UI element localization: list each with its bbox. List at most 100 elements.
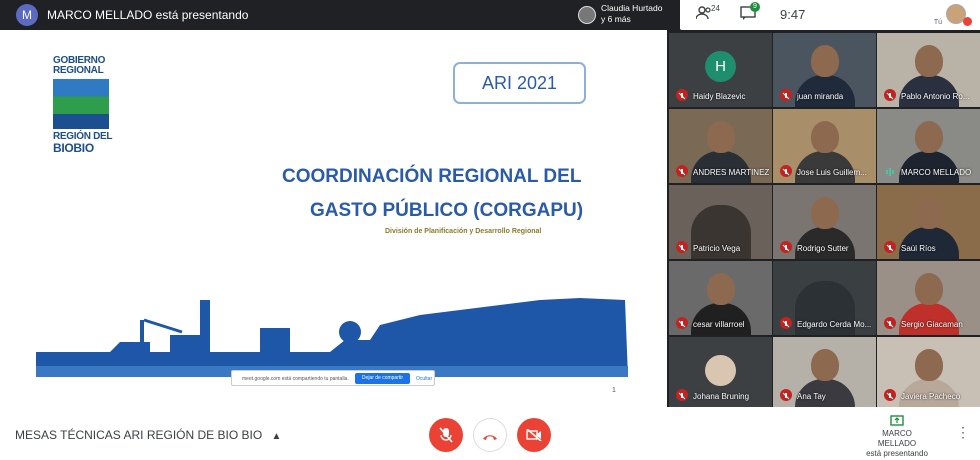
hang-up-icon [483,435,497,440]
logo-emblem [53,79,109,129]
mic-off-icon [780,241,792,253]
more-options-icon[interactable]: ⋮ [956,424,970,441]
participant-video-body [899,75,959,107]
presenter-name: MARCO MELLADO [877,429,917,448]
presentation-slide: GOBIERNO REGIONAL REGIÓN DEL BIOBIO ARI … [0,30,667,407]
participant-video-face [915,197,943,229]
leave-call-button[interactable] [473,418,507,452]
clock: 9:47 [780,7,806,22]
slide-title-line1: COORDINACIÓN REGIONAL DEL [282,166,582,187]
participant-tile[interactable]: Javiera Pacheco [877,337,980,407]
speaker-avatar [578,6,596,24]
participant-tile[interactable]: Patricio Vega [669,185,772,259]
logo-text-4: BIOBIO [53,141,94,155]
participant-name: Ana Tay [797,392,826,401]
participant-tile[interactable]: Edgardo Cerda Mo... [773,261,876,335]
camera-toggle-button[interactable] [517,418,551,452]
bottom-control-bar: MESAS TÉCNICAS ARI REGIÓN DE BIO BIO ▲ M… [0,407,980,460]
participant-video-face [915,349,943,381]
participant-video-body [691,151,751,183]
chat-badge: 9 [750,2,760,12]
participant-name: Johana Bruning [693,392,750,401]
participant-tile[interactable]: Ana Tay [773,337,876,407]
participant-video-face [915,45,943,77]
participant-name: Patricio Vega [693,244,741,253]
speaker-more: y 6 más [601,14,631,24]
participant-name: Jose Luis Guillem... [797,168,867,177]
participant-name: juan miranda [797,92,844,101]
participant-tile[interactable]: Johana Bruning [669,337,772,407]
participants-count: 24 [711,4,720,13]
participant-name: Sergio Giacaman [901,320,963,329]
participant-tile[interactable]: Sergio Giacaman [877,261,980,335]
participant-video-body [795,75,855,107]
presenting-banner: MARCO MELLADO está presentando [47,8,249,22]
mic-off-icon [780,317,792,329]
participant-name: Edgardo Cerda Mo... [797,320,872,329]
logo-text-2: REGIONAL [53,65,104,76]
participant-video-face [707,121,735,153]
participant-video-body [795,151,855,183]
presenter-avatar: M [16,4,38,26]
participant-tile[interactable]: Rodrigo Sutter [773,185,876,259]
share-notice-text: meet.google.com está compartiendo tu pan… [242,376,349,382]
participant-name: cesar villarroel [693,320,745,329]
participant-tile[interactable]: Pablo Antonio Ro... [877,33,980,107]
participants-button[interactable]: 24 [695,4,720,23]
participant-video-face [915,273,943,305]
participant-photo-avatar [705,355,736,386]
present-screen-icon [890,415,904,426]
recent-speakers-chip[interactable]: Claudia Hurtado y 6 más [570,0,678,30]
participant-tile[interactable]: Saúl Ríos [877,185,980,259]
participant-tile[interactable]: MARCO MELLADO [877,109,980,183]
participant-tile[interactable]: ANDRES MARTINEZ [669,109,772,183]
top-right-panel: Claudia Hurtado y 6 más 24 9 9:47 Tú [578,0,980,30]
self-label: Tú [933,19,942,26]
participant-video-body [899,151,959,183]
presenting-label: está presentando [866,449,928,458]
mic-off-icon [676,165,688,177]
participant-name: MARCO MELLADO [901,168,972,177]
mic-off-icon [676,389,688,401]
participant-video-face [707,273,735,305]
participant-name: Rodrigo Sutter [797,244,849,253]
participant-name: Saúl Ríos [901,244,936,253]
mic-off-icon [884,89,896,101]
speaker-name: Claudia Hurtado [601,3,663,13]
mic-toggle-button[interactable] [429,418,463,452]
ari-badge: ARI 2021 [453,62,586,104]
chat-button[interactable]: 9 [740,2,760,23]
participant-video-body [899,227,959,259]
slide-subtitle: División de Planificación y Desarrollo R… [385,228,542,235]
city-skyline-illustration [36,298,628,377]
participant-tile[interactable]: Jose Luis Guillem... [773,109,876,183]
participant-video-face [915,121,943,153]
mic-off-icon [676,241,688,253]
presenting-status-button[interactable]: MARCO MELLADO está presentando [862,415,932,459]
mic-off-icon [439,427,453,443]
meeting-details-button[interactable]: MESAS TÉCNICAS ARI REGIÓN DE BIO BIO ▲ [15,428,281,442]
screen-share-notice: meet.google.com está compartiendo tu pan… [231,370,435,386]
speaking-indicator-icon [884,165,896,177]
participant-video-body [691,303,751,335]
participant-tile[interactable]: cesar villarroel [669,261,772,335]
stop-sharing-button[interactable]: Dejar de compartir [355,373,410,384]
participant-name: ANDRES MARTINEZ [693,168,770,177]
top-bar: M MARCO MELLADO está presentando Claudia… [0,0,980,30]
mic-off-icon [676,89,688,101]
meeting-title: MESAS TÉCNICAS ARI REGIÓN DE BIO BIO [15,428,263,442]
slide-title-line2: GASTO PÚBLICO (CORGAPU) [310,200,584,221]
participant-tile[interactable]: juan miranda [773,33,876,107]
participant-tile[interactable]: H Haidy Blazevic [669,33,772,107]
participant-video-face [811,349,839,381]
hide-notice-button[interactable]: Ocultar [416,376,432,382]
mic-off-icon [676,317,688,329]
participant-video-face [811,197,839,229]
mic-off-icon [884,317,896,329]
participant-video-face [811,45,839,77]
mic-off-icon [884,241,896,253]
participant-name: Pablo Antonio Ro... [901,92,970,101]
slide-page-number: 1 [612,387,616,394]
participant-name: Haidy Blazevic [693,92,746,101]
participant-video-face [811,121,839,153]
